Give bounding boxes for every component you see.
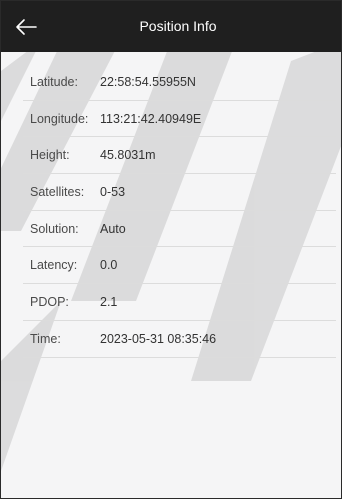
app-window: Position Info Latitude: 22:58:54.55955N … (0, 0, 342, 499)
longitude-label: Longitude: (30, 111, 89, 126)
solution-label: Solution: (30, 221, 79, 236)
time-label: Time: (30, 331, 61, 346)
row-latency: Latency: 0.0 (23, 247, 336, 285)
latency-value: 0.0 (100, 258, 118, 273)
height-value: 45.8031m (100, 148, 156, 163)
pdop-value: 2.1 (100, 294, 118, 309)
page-title: Position Info (139, 18, 217, 34)
latency-label: Latency: (30, 258, 78, 273)
longitude-value: 113:21:42.40949E (100, 111, 202, 126)
satellites-label: Satellites: (30, 184, 85, 199)
row-satellites: Satellites: 0-53 (23, 174, 336, 211)
row-solution: Solution: Auto (23, 211, 336, 248)
row-height: Height: 45.8031m (23, 137, 336, 175)
latitude-value: 22:58:54.55955N (100, 74, 196, 89)
row-time: Time: 2023-05-31 08:35:46 (23, 321, 336, 358)
height-label: Height: (30, 148, 70, 163)
solution-value: Auto (100, 221, 126, 236)
top-bar: Position Info (1, 1, 341, 52)
row-longitude: Longitude: 113:21:42.40949E (23, 101, 336, 138)
row-latitude: Latitude: 22:58:54.55955N (23, 64, 336, 101)
row-pdop: PDOP: 2.1 (23, 284, 336, 321)
time-value: 2023-05-31 08:35:46 (100, 331, 217, 346)
pdop-label: PDOP: (30, 294, 69, 309)
latitude-label: Latitude: (30, 74, 78, 89)
position-info-list: Latitude: 22:58:54.55955N Longitude: 113… (23, 64, 336, 358)
satellites-value: 0-53 (100, 184, 126, 199)
